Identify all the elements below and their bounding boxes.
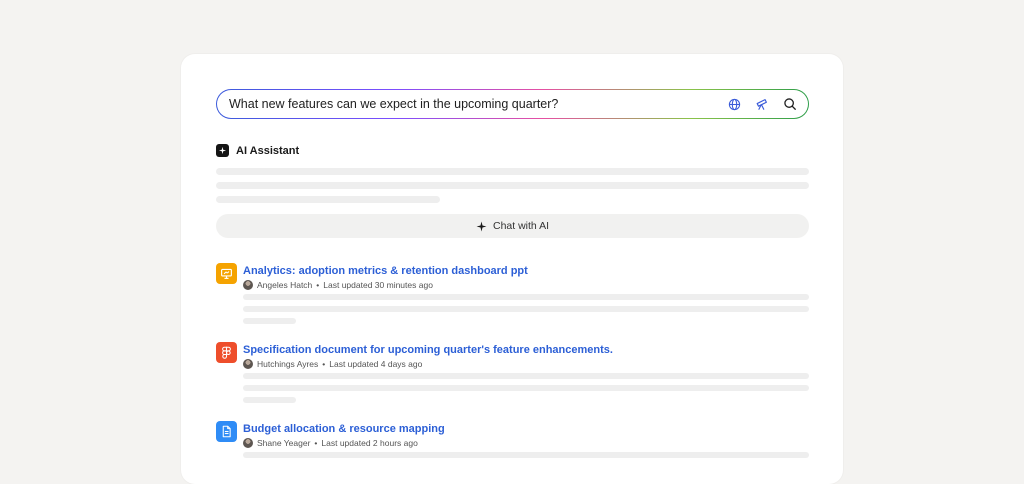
telescope-icon[interactable] xyxy=(754,96,770,112)
sparkle-icon xyxy=(476,221,487,231)
list-item: Specification document for upcoming quar… xyxy=(216,342,809,403)
result-title-link[interactable]: Budget allocation & resource mapping xyxy=(243,423,445,435)
result-meta: Angeles Hatch • Last updated 30 minutes … xyxy=(243,280,433,290)
result-meta: Hutchings Ayres • Last updated 4 days ag… xyxy=(243,359,422,369)
avatar xyxy=(243,280,253,290)
loading-placeholder xyxy=(243,294,809,300)
search-icon[interactable] xyxy=(782,96,798,112)
loading-placeholder xyxy=(243,452,809,458)
loading-placeholder xyxy=(216,168,809,175)
loading-placeholder xyxy=(216,182,809,189)
globe-icon[interactable] xyxy=(726,96,742,112)
ai-sparkle-icon xyxy=(216,144,229,157)
meta-separator: • xyxy=(314,438,318,448)
avatar xyxy=(243,359,253,369)
last-updated: Last updated 2 hours ago xyxy=(321,438,418,448)
figma-icon xyxy=(216,342,237,363)
search-input[interactable]: What new features can we expect in the u… xyxy=(229,97,726,111)
list-item: Analytics: adoption metrics & retention … xyxy=(216,263,809,324)
chat-with-ai-button[interactable]: Chat with AI xyxy=(216,214,809,238)
result-title-link[interactable]: Specification document for upcoming quar… xyxy=(243,344,613,356)
loading-placeholder xyxy=(243,318,296,324)
search-results-card: What new features can we expect in the u… xyxy=(181,54,843,484)
ai-assistant-title: AI Assistant xyxy=(236,144,300,157)
last-updated: Last updated 30 minutes ago xyxy=(323,280,433,290)
loading-placeholder xyxy=(216,196,440,203)
list-item: Budget allocation & resource mapping Sha… xyxy=(216,421,809,481)
author-name: Hutchings Ayres xyxy=(257,359,319,369)
loading-placeholder xyxy=(243,397,296,403)
ai-assistant-header: AI Assistant xyxy=(216,144,299,157)
meta-separator: • xyxy=(316,280,320,290)
result-title-link[interactable]: Analytics: adoption metrics & retention … xyxy=(243,265,528,277)
result-meta: Shane Yeager • Last updated 2 hours ago xyxy=(243,438,418,448)
loading-placeholder xyxy=(243,373,809,379)
presentation-icon xyxy=(216,263,237,284)
loading-placeholder xyxy=(243,306,809,312)
meta-separator: • xyxy=(322,359,326,369)
avatar xyxy=(243,438,253,448)
author-name: Angeles Hatch xyxy=(257,280,313,290)
chat-with-ai-label: Chat with AI xyxy=(492,220,550,232)
author-name: Shane Yeager xyxy=(257,438,311,448)
last-updated: Last updated 4 days ago xyxy=(329,359,423,369)
search-bar[interactable]: What new features can we expect in the u… xyxy=(216,89,809,119)
loading-placeholder xyxy=(243,385,809,391)
document-icon xyxy=(216,421,237,442)
